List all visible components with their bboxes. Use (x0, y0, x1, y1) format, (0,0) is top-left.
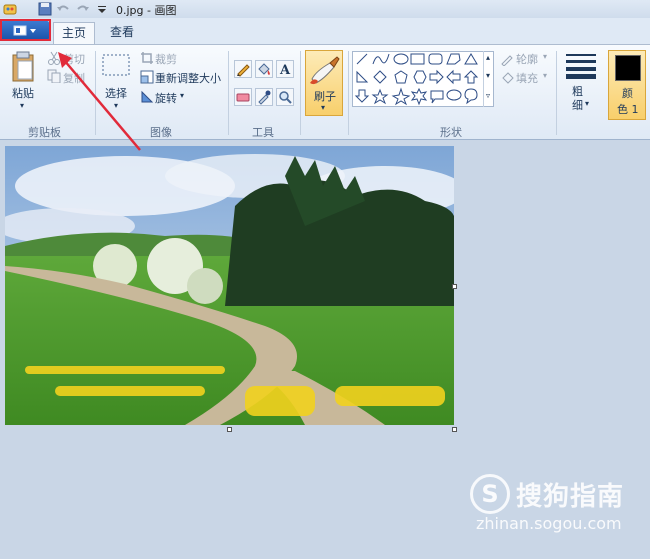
right-arrow-shape-icon (429, 69, 444, 85)
copy-button[interactable]: 复制 (63, 70, 85, 86)
fill-bucket-icon[interactable] (255, 60, 273, 78)
rectangle-shape-icon (410, 53, 425, 65)
four-point-star-shape-icon (371, 88, 389, 105)
redo-icon[interactable] (76, 2, 90, 16)
landscape-image (5, 146, 454, 425)
outline-icon[interactable] (500, 52, 514, 69)
cut-button[interactable]: 剪切 (63, 51, 85, 67)
landscape-photo[interactable] (5, 146, 454, 425)
six-point-star-shape-icon (410, 87, 428, 106)
scissors-icon[interactable] (47, 51, 61, 68)
divider (300, 51, 301, 135)
fill-dropdown-arrow[interactable]: ▾ (543, 71, 547, 80)
scroll-down-icon[interactable]: ▾ (486, 71, 490, 80)
cloud-callout-shape-icon (464, 88, 478, 105)
brush-icon (310, 56, 340, 85)
left-arrow-shape-icon (446, 69, 461, 85)
quick-access-dropdown-icon[interactable] (95, 2, 109, 16)
divider (228, 51, 229, 135)
select-button-label[interactable]: 选择 (105, 85, 127, 101)
copy-icon[interactable] (47, 69, 61, 86)
down-arrow-shape-icon (354, 89, 370, 103)
resize-icon[interactable] (140, 70, 154, 87)
expand-gallery-icon[interactable]: ▿ (486, 91, 490, 100)
line-width-icon (566, 54, 596, 79)
color1-label-line1: 颜 (622, 87, 633, 100)
watermark-url: zhinan.sogou.com (476, 514, 622, 533)
line-shape-icon (356, 53, 368, 65)
watermark-name: 搜狗指南 (516, 482, 625, 512)
outline-button[interactable]: 轮廓 (516, 51, 538, 67)
save-icon[interactable] (38, 2, 52, 16)
color1-swatch (615, 55, 641, 81)
color1-label-line2: 色 1 (617, 103, 639, 116)
oval-callout-shape-icon (446, 89, 462, 101)
sogou-logo: S (470, 474, 510, 514)
outline-dropdown-arrow[interactable]: ▾ (543, 52, 547, 61)
divider (95, 51, 96, 135)
resize-handle-corner[interactable] (452, 427, 457, 432)
paste-icon[interactable] (10, 51, 38, 86)
ribbon: 粘贴 ▾ 剪切 复制 剪贴板 选择 ▾ 裁剪 重新调整大小 旋转 ▾ 图像 A (0, 44, 650, 140)
clipboard-group-label: 剪贴板 (28, 126, 61, 139)
undo-icon[interactable] (56, 2, 70, 16)
crop-button[interactable]: 裁剪 (155, 51, 177, 67)
polygon-shape-icon (446, 53, 461, 65)
tab-home[interactable]: 主页 (53, 22, 95, 44)
size-dropdown-arrow: ▾ (585, 99, 590, 108)
magnifier-icon[interactable] (276, 88, 294, 106)
divider (348, 51, 349, 135)
diamond-shape-icon (373, 70, 387, 84)
shapes-gallery-grid (354, 53, 479, 106)
ribbon-tab-row: 主页 查看 (0, 18, 650, 44)
eraser-icon[interactable] (234, 88, 252, 106)
five-point-star-shape-icon (391, 87, 411, 106)
fill-button[interactable]: 填充 (516, 70, 538, 86)
brush-button-label: 刷子 (314, 90, 336, 103)
shapes-group-label: 形状 (440, 126, 462, 139)
size-button[interactable]: 粗 细 ▾ (562, 51, 602, 119)
hexagon-shape-icon (413, 70, 427, 84)
rotate-icon[interactable] (140, 90, 154, 107)
paste-button-label[interactable]: 粘贴 (12, 85, 34, 101)
size-label-line2: 细 (572, 99, 583, 112)
title-bar: 0.jpg - 画图 (0, 0, 650, 18)
tab-view[interactable]: 查看 (101, 22, 143, 44)
color-picker-icon[interactable] (255, 88, 273, 106)
pencil-icon[interactable] (234, 60, 252, 78)
oval-shape-icon (393, 53, 409, 65)
select-dropdown-arrow[interactable]: ▾ (114, 101, 118, 110)
resize-handle-bottom[interactable] (227, 427, 232, 432)
crop-icon[interactable] (140, 51, 154, 68)
curve-shape-icon (372, 53, 390, 65)
image-group-label: 图像 (150, 126, 172, 139)
tools-group-label: 工具 (252, 126, 274, 139)
shapes-gallery (352, 51, 494, 107)
brush-dropdown-arrow: ▾ (321, 103, 326, 112)
rotate-dropdown-arrow[interactable]: ▾ (180, 91, 184, 100)
divider (556, 51, 557, 135)
resize-button[interactable]: 重新调整大小 (155, 70, 221, 86)
right-triangle-shape-icon (356, 70, 369, 83)
select-icon[interactable] (102, 54, 130, 81)
text-tool-icon[interactable]: A (276, 60, 294, 78)
rect-callout-shape-icon (430, 90, 444, 104)
resize-handle-right[interactable] (452, 284, 457, 289)
fill-icon[interactable] (500, 70, 514, 87)
highlight-box (0, 19, 51, 41)
svg-text:A: A (279, 63, 291, 77)
color1-button[interactable]: 颜 色 1 (608, 50, 646, 120)
shapes-gallery-scroll[interactable]: ▴ ▾ ▿ (483, 51, 494, 107)
pentagon-shape-icon (394, 70, 408, 84)
scroll-up-icon[interactable]: ▴ (486, 53, 490, 62)
window-title: 0.jpg - 画图 (116, 4, 177, 17)
brush-button[interactable]: 刷子 ▾ (305, 50, 343, 116)
app-icon (3, 2, 17, 16)
up-arrow-shape-icon (463, 70, 479, 84)
rounded-rectangle-shape-icon (428, 53, 443, 65)
triangle-shape-icon (464, 53, 478, 65)
paste-dropdown-arrow[interactable]: ▾ (20, 101, 24, 110)
rotate-button[interactable]: 旋转 (155, 90, 177, 106)
